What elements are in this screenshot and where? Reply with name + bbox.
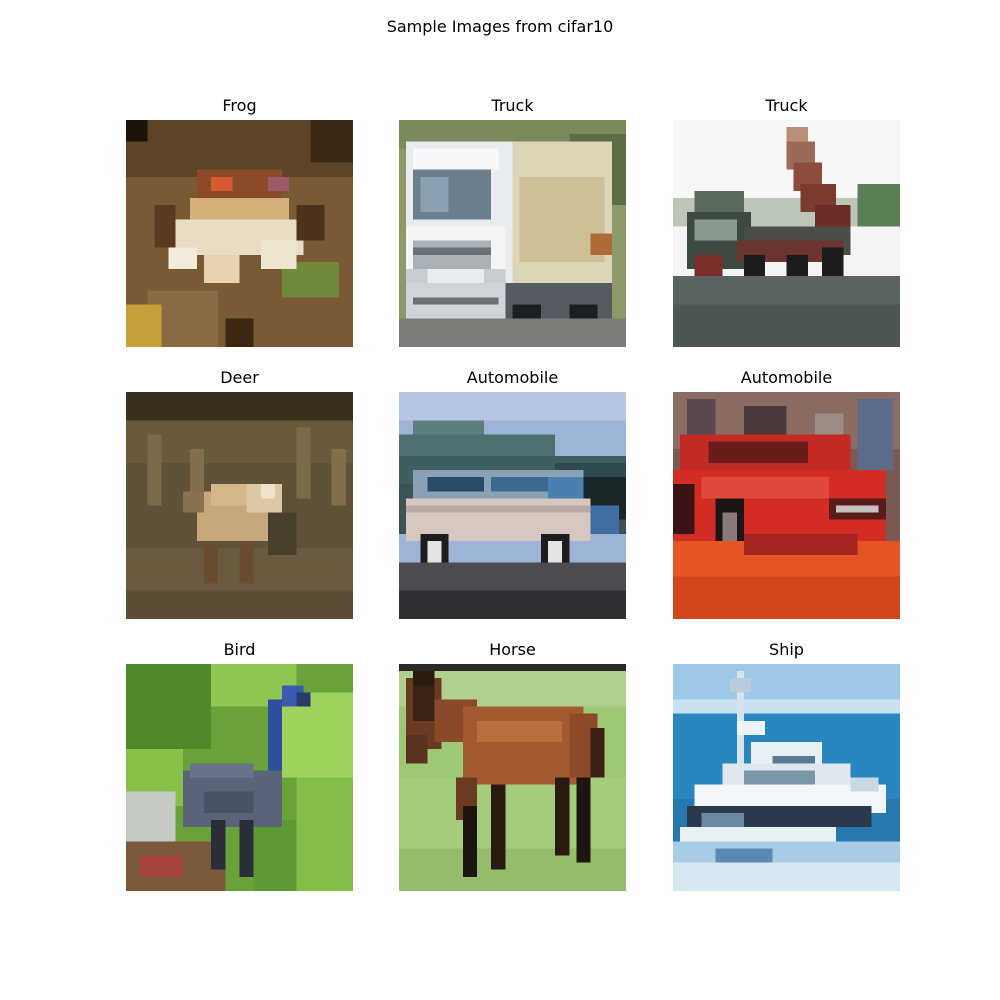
sample-label: Automobile bbox=[740, 368, 833, 387]
figure-title: Sample Images from cifar10 bbox=[386, 17, 614, 36]
sample-label: Ship bbox=[769, 640, 804, 659]
ostrich-image bbox=[126, 664, 353, 891]
sample-label: Frog bbox=[222, 96, 257, 115]
deer-image bbox=[126, 392, 353, 619]
truck-image bbox=[399, 120, 626, 347]
silver-car-image bbox=[399, 392, 626, 619]
boat-image bbox=[673, 664, 900, 891]
red-car-image bbox=[673, 392, 900, 619]
sample-label: Truck bbox=[491, 96, 534, 115]
dump-truck-image bbox=[673, 120, 900, 347]
horse-image bbox=[399, 664, 626, 891]
sample-label: Truck bbox=[765, 96, 808, 115]
frog-image bbox=[126, 120, 353, 347]
sample-label: Automobile bbox=[466, 368, 559, 387]
sample-label: Horse bbox=[489, 640, 536, 659]
sample-label: Deer bbox=[220, 368, 259, 387]
sample-label: Bird bbox=[223, 640, 256, 659]
